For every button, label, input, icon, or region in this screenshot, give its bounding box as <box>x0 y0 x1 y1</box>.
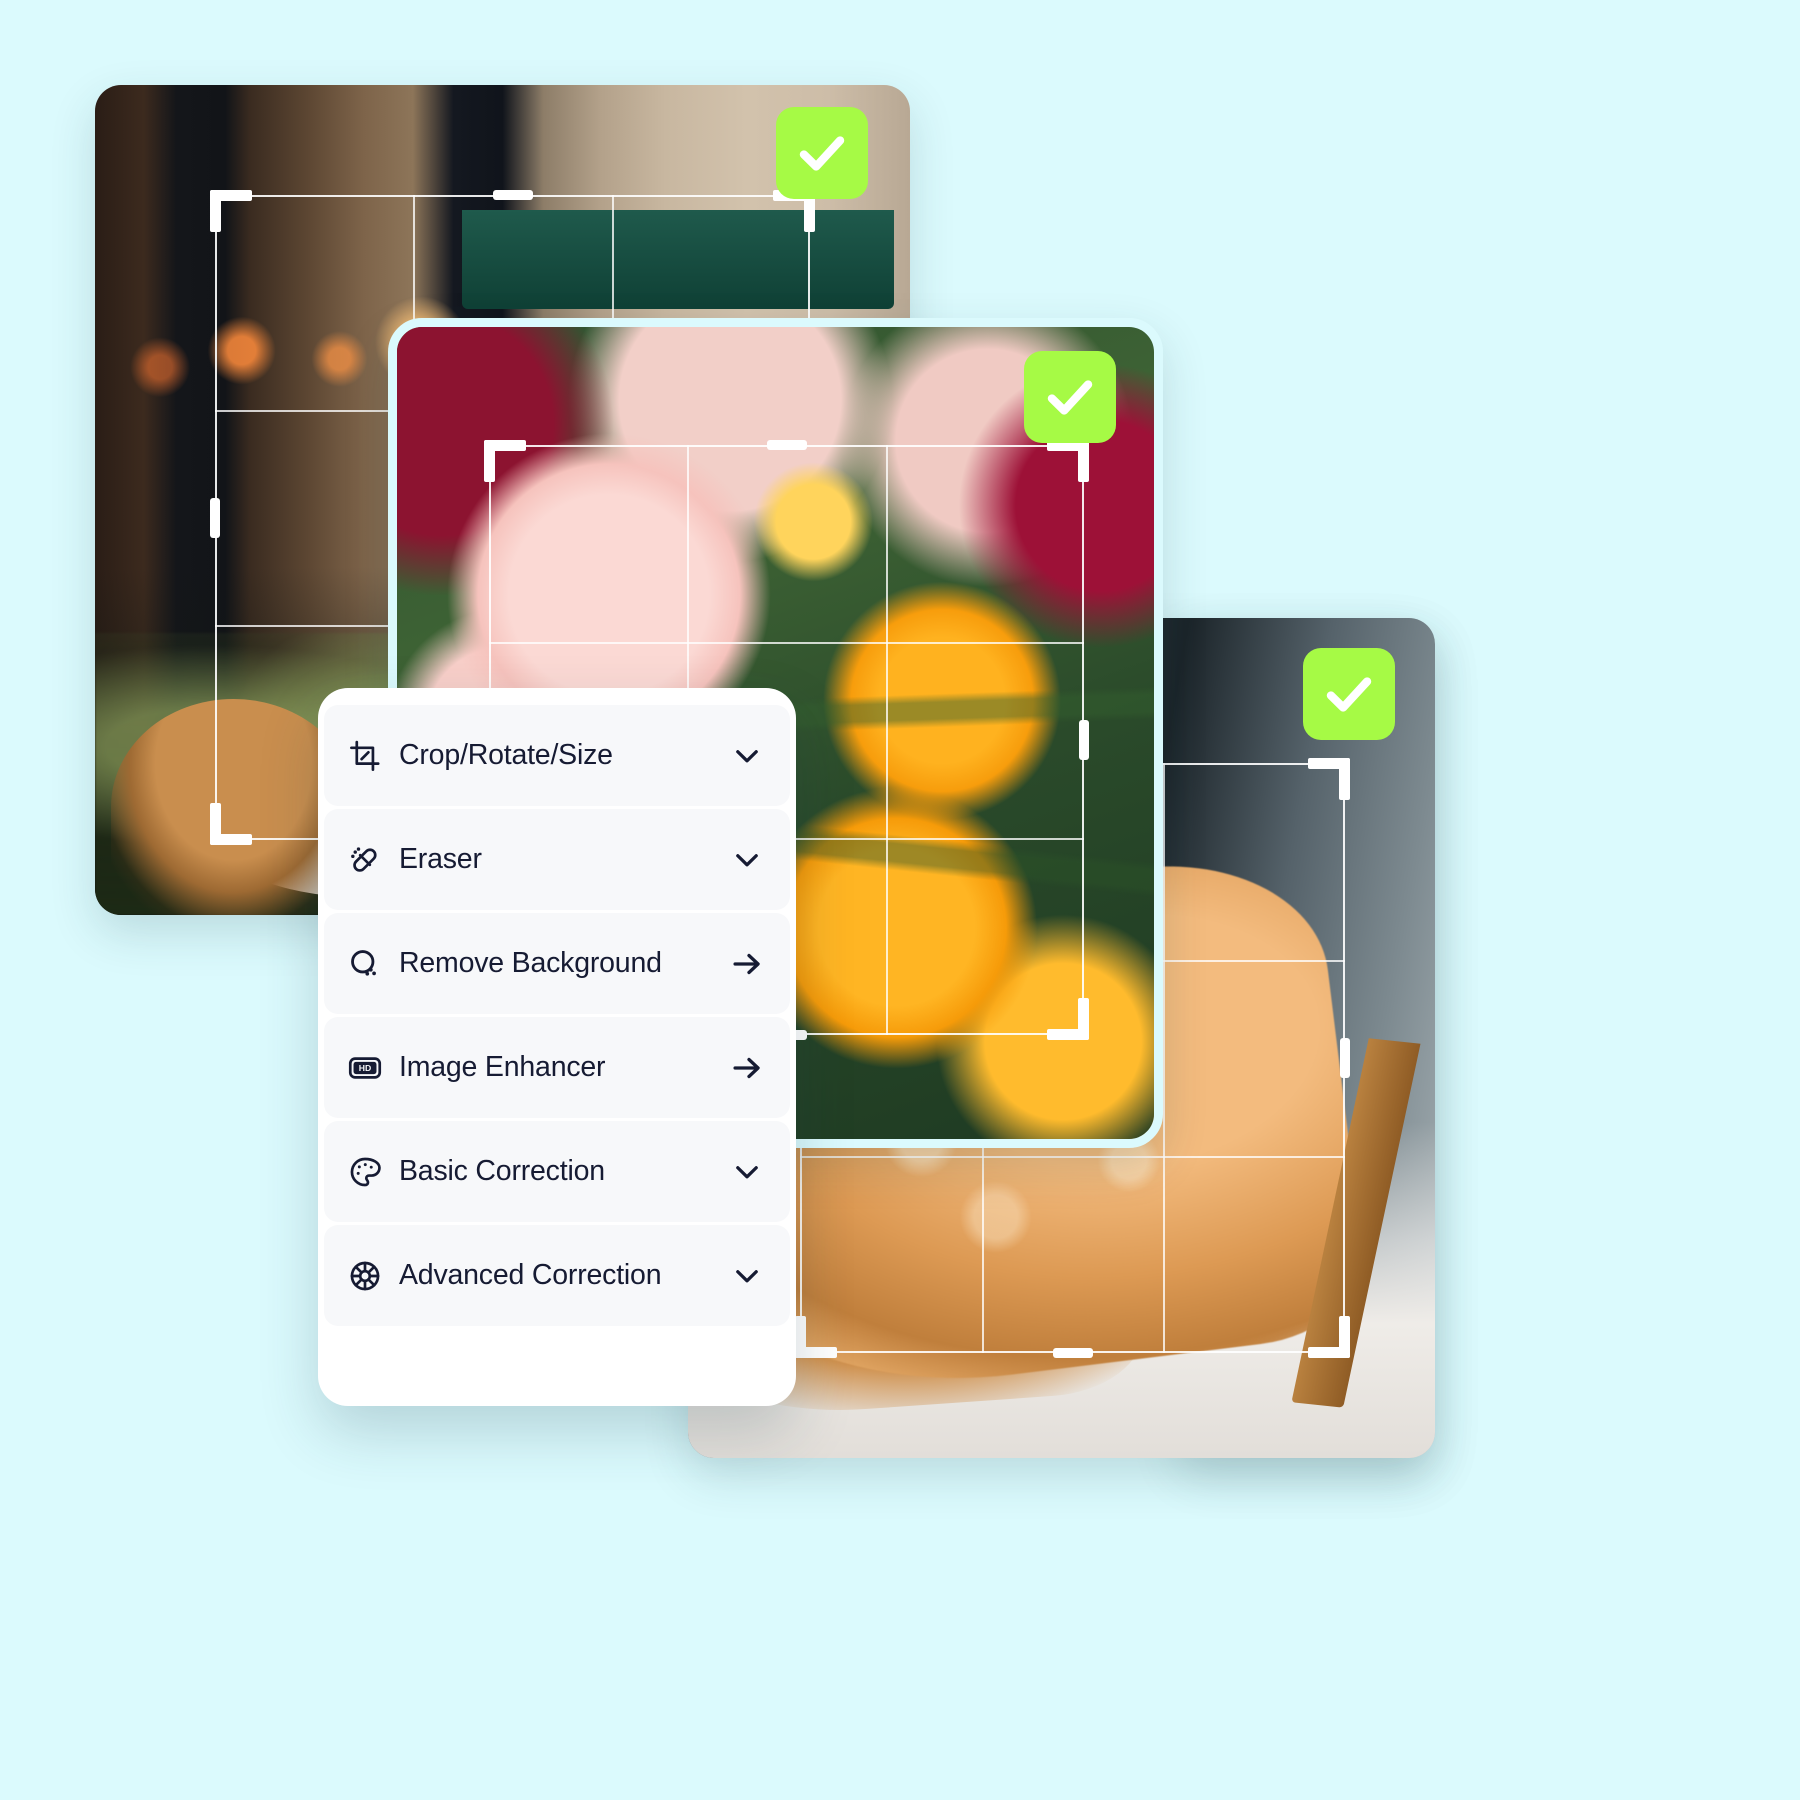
menu-item-image-enhancer[interactable]: HD Image Enhancer <box>324 1017 790 1118</box>
edit-tools-menu: Crop/Rotate/Size Eraser Remove Backgroun… <box>318 688 796 1406</box>
svg-text:HD: HD <box>359 1063 371 1073</box>
menu-item-label: Image Enhancer <box>399 1051 606 1083</box>
chevron-down-icon[interactable] <box>730 1259 764 1293</box>
palette-icon <box>348 1155 382 1189</box>
arrow-right-icon[interactable] <box>730 1051 764 1085</box>
arrow-right-icon[interactable] <box>730 947 764 981</box>
chevron-down-icon[interactable] <box>730 843 764 877</box>
chevron-down-icon[interactable] <box>730 739 764 773</box>
crop-icon <box>348 739 382 773</box>
awning-shape <box>461 209 894 310</box>
hd-icon: HD <box>348 1051 382 1085</box>
menu-item-label: Crop/Rotate/Size <box>399 739 613 771</box>
menu-item-advanced-correction[interactable]: Advanced Correction <box>324 1225 790 1326</box>
check-icon <box>1326 677 1372 712</box>
cafe-approved-badge[interactable] <box>776 107 868 199</box>
eraser-icon <box>348 843 382 877</box>
menu-item-remove-background[interactable]: Remove Background <box>324 913 790 1014</box>
screenshot-stage: Crop/Rotate/Size Eraser Remove Backgroun… <box>0 0 1800 1800</box>
shoe-approved-badge[interactable] <box>1303 648 1395 740</box>
chevron-down-icon[interactable] <box>730 1155 764 1189</box>
menu-item-basic-correction[interactable]: Basic Correction <box>324 1121 790 1222</box>
flowers-approved-badge[interactable] <box>1024 351 1116 443</box>
check-icon <box>1047 380 1093 415</box>
menu-item-label: Remove Background <box>399 947 662 979</box>
check-icon <box>799 136 845 171</box>
magic-wand-icon <box>348 947 382 981</box>
menu-item-eraser[interactable]: Eraser <box>324 809 790 910</box>
menu-item-crop-rotate-size[interactable]: Crop/Rotate/Size <box>324 705 790 806</box>
aperture-icon <box>348 1259 382 1293</box>
menu-item-label: Eraser <box>399 843 482 875</box>
menu-item-label: Advanced Correction <box>399 1259 662 1291</box>
menu-item-label: Basic Correction <box>399 1155 605 1187</box>
